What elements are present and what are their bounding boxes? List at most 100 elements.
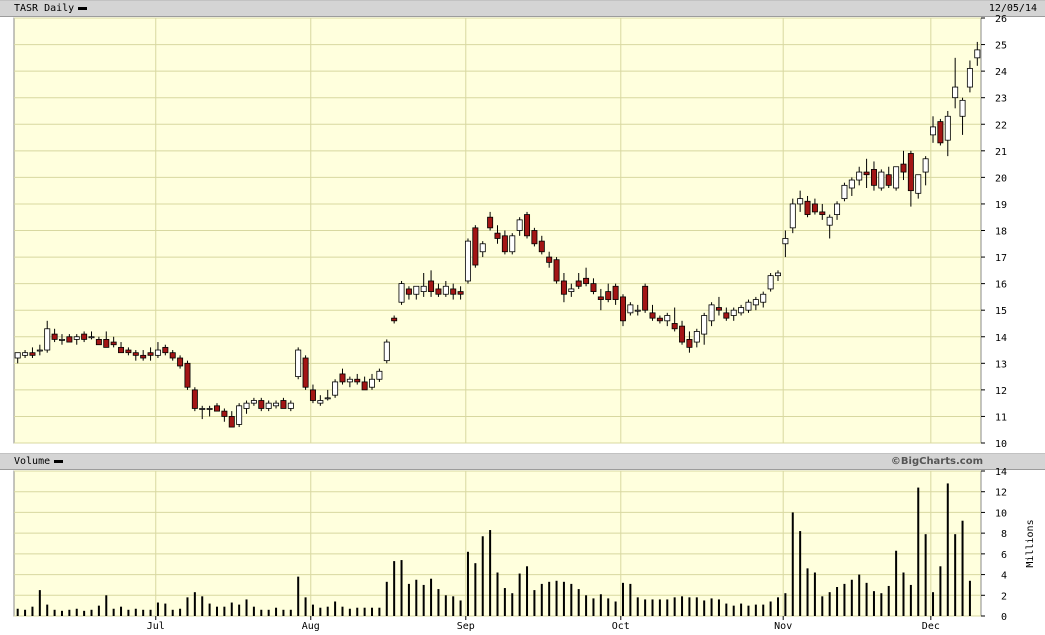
volume-bar [939,566,942,616]
stock-chart: 1011121314151617181920212223242526024681… [13,14,1036,632]
candle-body [464,240,471,282]
candle-body [361,381,368,391]
price-tick-label: 14 [995,333,1007,344]
volume-bar [24,609,27,616]
volume-tick-label: 12 [995,488,1007,499]
candle-body [258,400,265,409]
candle-body [243,402,250,409]
candle-body [656,317,663,322]
candle-body [88,336,95,339]
volume-bar [289,609,292,616]
volume-bar [201,596,204,616]
candle-body [878,171,885,189]
candle-body [295,349,302,377]
volume-bar [762,604,765,616]
candle-body [369,378,375,388]
volume-bar [437,589,440,616]
volume-bar [932,592,935,616]
volume-bar [636,597,639,616]
month-label: Nov [774,621,792,632]
volume-bar [599,594,602,616]
volume-bar [887,585,890,616]
month-label: Aug [302,621,320,632]
candle-body [583,277,590,285]
candle-body [66,336,73,343]
candle-body [693,331,700,343]
price-tick-label: 23 [995,94,1007,105]
volume-tick-label: 8 [1001,529,1007,540]
candle-body [782,238,789,245]
month-label: Jul [147,621,165,632]
candle-body [575,280,582,287]
month-label: Dec [922,621,940,632]
volume-bar [895,550,898,616]
candle-body [273,402,280,407]
volume-bar [252,606,255,616]
volume-bar [777,597,780,616]
volume-bar [717,599,720,616]
candle-body [435,288,442,295]
candle-body [524,214,531,237]
volume-bar [673,597,676,616]
candle-body [391,317,398,322]
volume-bar [740,603,743,616]
volume-bar [208,603,211,616]
candle-body [627,304,634,314]
volume-bar [548,581,551,616]
price-tick-label: 26 [995,14,1007,25]
volume-bar [836,587,839,616]
volume-bar [334,601,337,616]
candle-body [413,285,420,295]
price-tick-label: 20 [995,173,1007,184]
volume-tick-label: 6 [1001,550,1007,561]
price-tick-label: 13 [995,359,1007,370]
candle-body [789,203,796,229]
volume-bar [909,584,912,616]
volume-bar [843,583,846,616]
volume-bar [215,606,218,616]
volume-bar [245,599,248,616]
volume-bar [142,609,145,616]
candle-body [442,285,449,295]
volume-bar [695,597,698,616]
candle-body [546,256,553,263]
volume-bar [481,536,484,616]
candle-body [29,352,36,356]
candle-body [664,315,671,322]
volume-tick-label: 0 [1001,612,1007,623]
candle-body [221,410,228,417]
candle-body [819,211,826,215]
candle-body [191,389,198,409]
volume-bar [946,483,949,616]
volume-bar [540,583,543,616]
candle-body [893,166,900,189]
candle-body [634,309,641,312]
volume-bar [621,582,624,616]
candle-body [649,312,656,319]
volume-bar [134,608,137,616]
volume-bar [385,581,388,616]
volume-bar [562,581,565,616]
volume-bar [16,608,19,616]
volume-bar [850,579,853,616]
volume-bar [799,531,802,616]
volume-bar [533,590,536,616]
candle-body [612,285,619,300]
candle-body [605,291,612,300]
candle-body [420,285,427,292]
volume-bar [821,596,824,616]
candle-body [58,339,65,341]
candle-body [206,408,213,410]
candle-body [317,400,324,404]
candle-body [752,299,759,306]
volume-bar [614,601,617,616]
candle-body [738,307,745,314]
candle-body [937,121,944,144]
price-tick-label: 11 [995,412,1007,423]
volume-bar [806,568,809,616]
candle-body [568,288,575,292]
candle-body [944,115,951,141]
volume-bar [592,598,595,616]
candle-body [952,86,959,99]
candle-body [870,169,877,186]
